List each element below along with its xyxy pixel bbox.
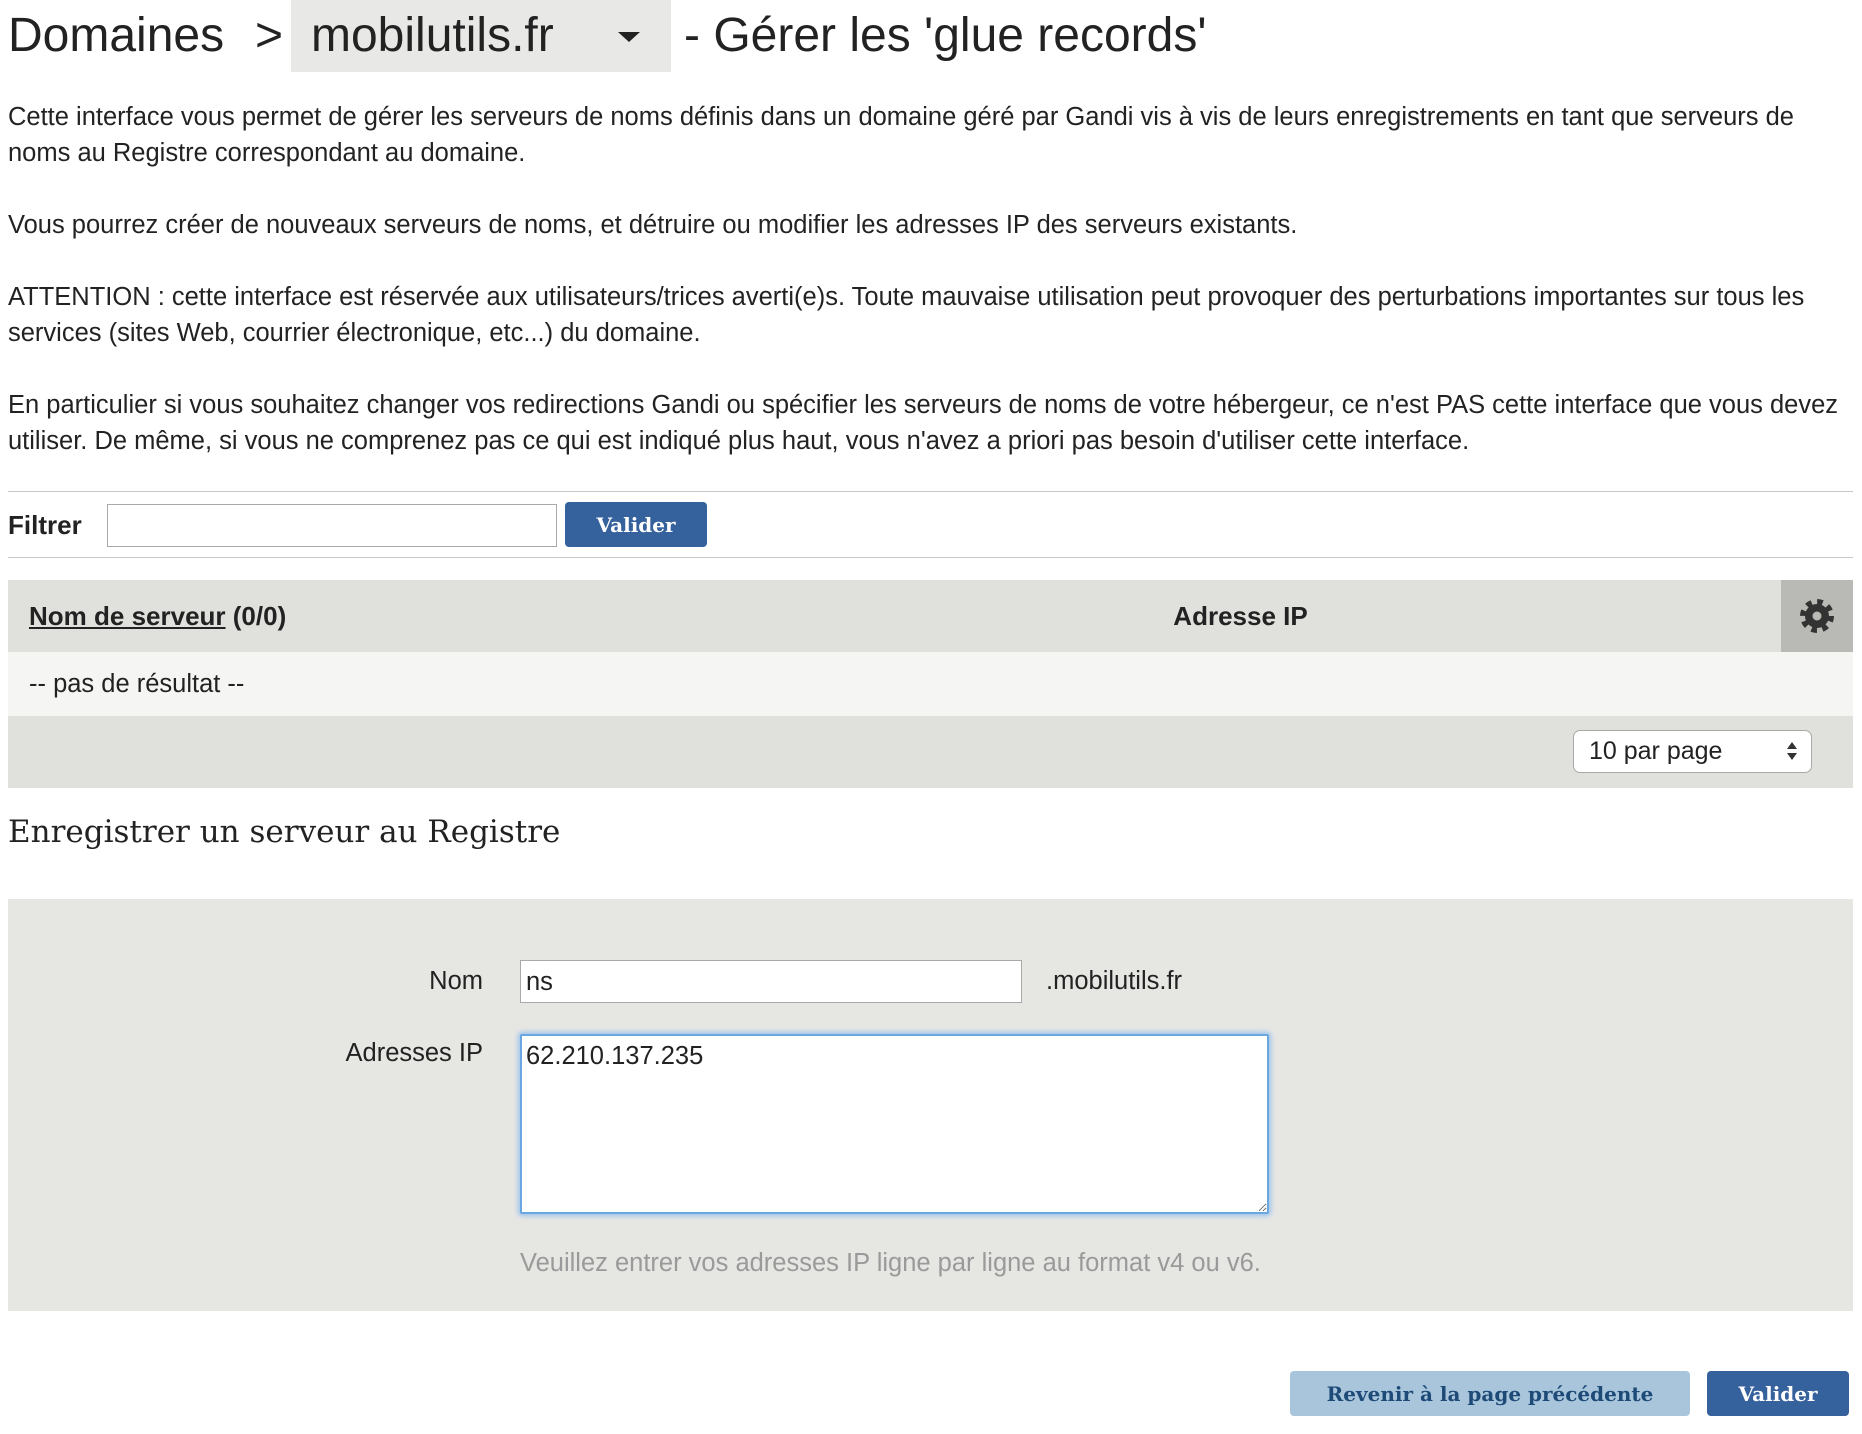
intro-text: Cette interface vous permet de gérer les… [8, 99, 1853, 495]
gear-icon [1800, 599, 1834, 633]
register-heading: Enregistrer un serveur au Registre [8, 814, 561, 850]
arrow-up-icon [1787, 742, 1797, 749]
per-page-select[interactable]: 10 par page [1573, 730, 1812, 773]
table-row: -- pas de résultat -- [8, 652, 1853, 716]
filter-submit-button[interactable]: Valider [565, 502, 707, 547]
page-title: Domaines > mobilutils.fr - Gérer les 'gl… [0, 0, 1862, 72]
back-button[interactable]: Revenir à la page précédente [1290, 1371, 1690, 1416]
divider [8, 491, 1853, 492]
ip-addresses-textarea[interactable]: 62.210.137.235 [520, 1034, 1269, 1214]
breadcrumb-separator: > [255, 9, 284, 62]
ip-help-text: Veuillez entrer vos adresses IP ligne pa… [520, 1249, 1261, 1277]
intro-paragraph: En particulier si vous souhaitez changer… [8, 391, 1839, 455]
column-header-server-name: Nom de serveur (0/0) [29, 580, 286, 652]
column-header-ip-address: Adresse IP [1173, 601, 1308, 631]
per-page-value: 10 par page [1589, 737, 1723, 765]
table-settings-button[interactable] [1781, 580, 1853, 652]
page-title-suffix: - Gérer les 'glue records' [684, 9, 1207, 62]
register-form: Nom .mobilutils.fr Adresses IP 62.210.13… [8, 899, 1853, 1311]
glue-records-table: Nom de serveur (0/0) Adresse IP -- pas d… [8, 580, 1853, 788]
warning-paragraph: ATTENTION : cette interface est réservée… [8, 283, 1805, 347]
filter-label: Filtrer [8, 510, 82, 540]
domain-dropdown[interactable]: mobilutils.fr [291, 0, 671, 72]
filter-input[interactable] [107, 504, 557, 547]
intro-paragraph: Vous pourrez créer de nouveaux serveurs … [8, 211, 1298, 239]
sort-by-server-name-link[interactable]: Nom de serveur [29, 601, 226, 631]
select-arrows-icon [1786, 742, 1798, 762]
arrow-down-icon [1787, 753, 1797, 760]
table-header: Nom de serveur (0/0) Adresse IP [8, 580, 1853, 652]
intro-paragraph: Cette interface vous permet de gérer les… [8, 103, 1794, 167]
table-footer: 10 par page [8, 716, 1853, 788]
ip-addresses-label: Adresses IP [345, 1039, 483, 1067]
divider [8, 557, 1853, 558]
submit-button[interactable]: Valider [1707, 1371, 1849, 1416]
breadcrumb-section: Domaines [8, 9, 225, 62]
server-name-input[interactable] [520, 960, 1022, 1003]
server-count: (0/0) [232, 601, 287, 631]
name-label: Nom [429, 967, 483, 995]
domain-suffix: .mobilutils.fr [1046, 967, 1183, 995]
chevron-down-icon [618, 32, 640, 42]
empty-result-message: -- pas de résultat -- [29, 670, 245, 698]
domain-dropdown-label: mobilutils.fr [311, 9, 554, 62]
